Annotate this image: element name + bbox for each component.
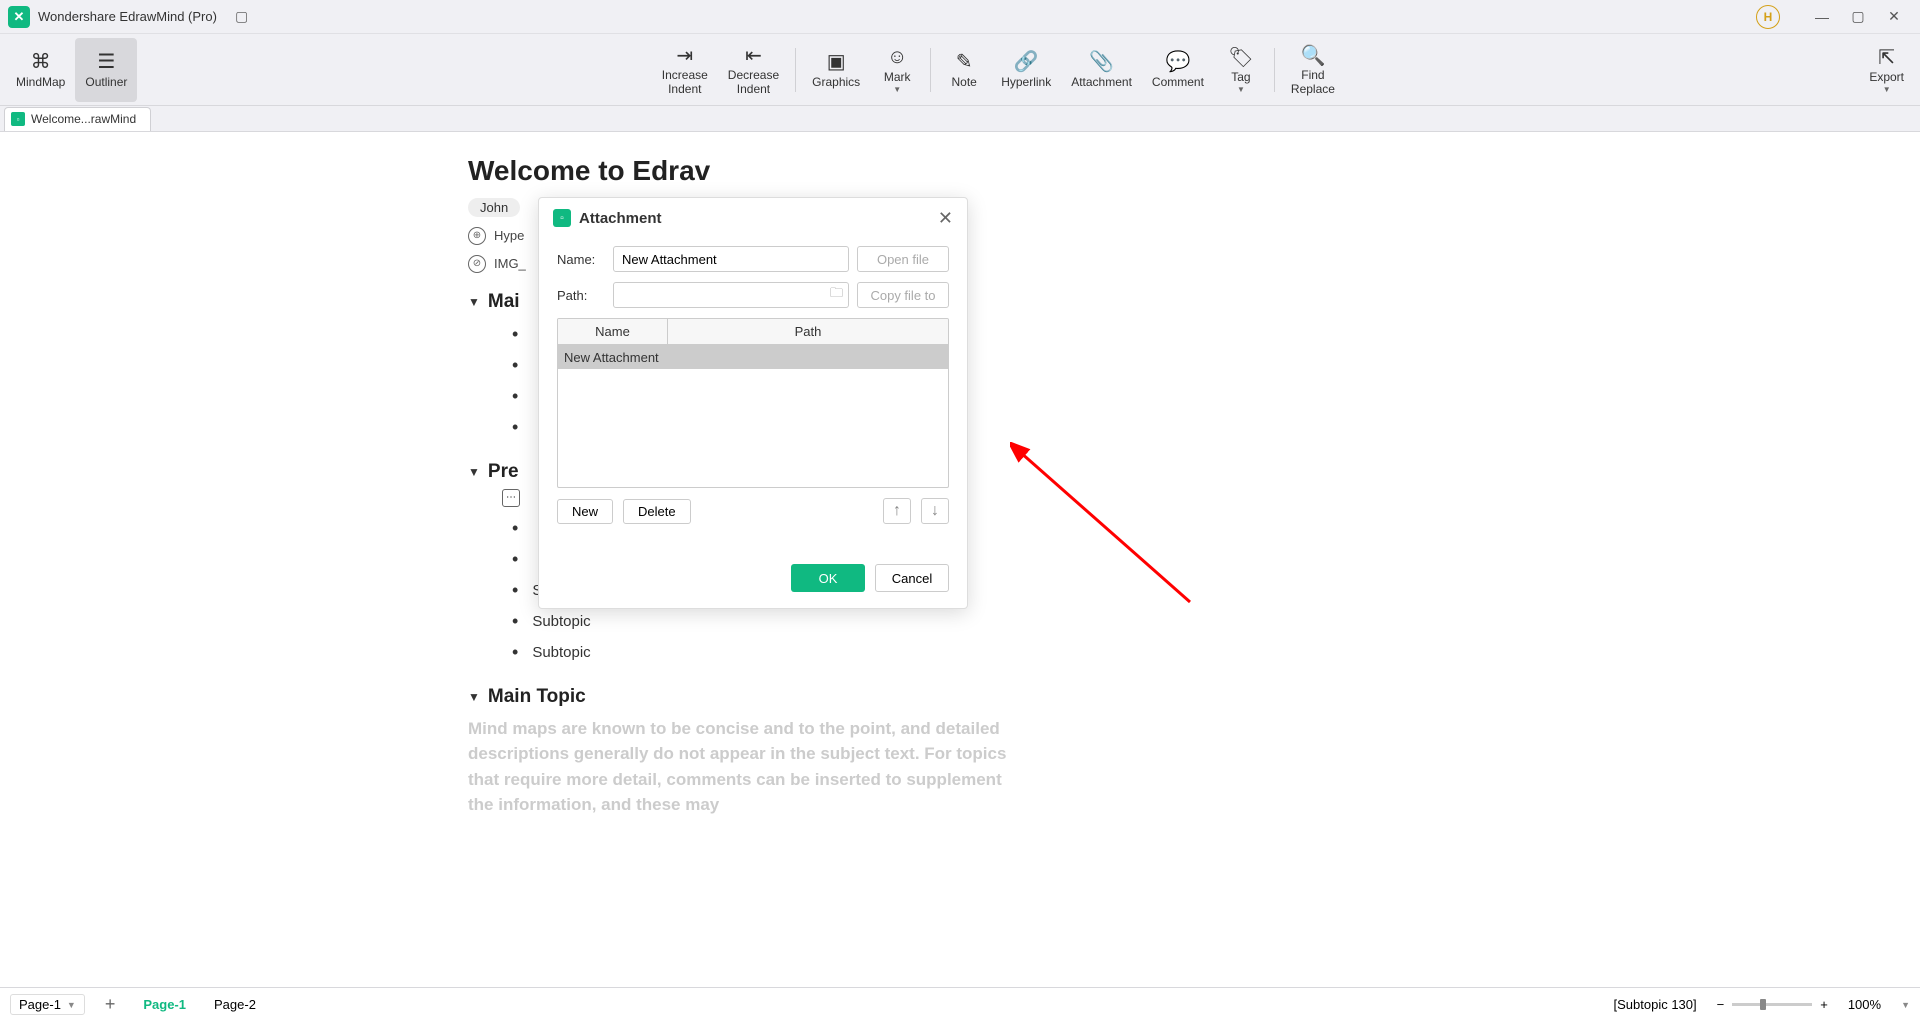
topic-description: Mind maps are known to be concise and to…: [468, 716, 1028, 818]
link-icon: ⊘: [468, 255, 486, 273]
page-selector[interactable]: Page-1 ▼: [10, 994, 85, 1015]
author-tag[interactable]: John: [468, 198, 520, 217]
caret-down-icon[interactable]: ▼: [468, 690, 480, 704]
dialog-title: Attachment: [579, 210, 938, 227]
mindmap-icon: ⌘: [31, 50, 51, 74]
outliner-icon: ☰: [97, 50, 115, 74]
decrease-indent-icon: ⇤: [745, 43, 762, 67]
minimize-button[interactable]: —: [1804, 3, 1840, 31]
attachment-button[interactable]: 📎 Attachment: [1061, 38, 1142, 102]
comment-indicator-icon[interactable]: ⋯: [502, 489, 520, 507]
note-icon: ✎: [956, 50, 973, 74]
zoom-control: − +: [1717, 997, 1828, 1012]
col-name-header[interactable]: Name: [558, 319, 668, 344]
chevron-down-icon[interactable]: ▼: [1901, 1000, 1910, 1010]
comment-icon: 💬: [1165, 50, 1190, 74]
hyperlink-icon: 🔗: [1014, 50, 1039, 74]
add-page-button[interactable]: +: [105, 994, 116, 1015]
tag-icon: 🏷: [1228, 45, 1253, 69]
open-file-button[interactable]: Open file: [857, 246, 949, 272]
table-row[interactable]: New Attachment: [558, 345, 948, 369]
name-input[interactable]: [613, 246, 849, 272]
maximize-button[interactable]: ▢: [1840, 3, 1876, 31]
zoom-out-button[interactable]: −: [1717, 997, 1725, 1012]
increase-indent-button[interactable]: ⇥ Increase Indent: [652, 38, 718, 102]
find-replace-button[interactable]: 🔍 Find Replace: [1281, 38, 1345, 102]
comment-button[interactable]: 💬 Comment: [1142, 38, 1214, 102]
find-icon: 🔍: [1300, 43, 1325, 67]
path-label: Path:: [557, 288, 605, 303]
new-button[interactable]: New: [557, 499, 613, 524]
chevron-down-icon: ▼: [67, 1000, 76, 1010]
attachment-dialog: ▫ Attachment ✕ Name: Open file Path: 🗀 C…: [538, 197, 968, 609]
graphics-icon: ▣: [827, 50, 846, 74]
page-tab-1[interactable]: Page-1: [143, 997, 186, 1012]
hyperlink-button[interactable]: 🔗 Hyperlink: [991, 38, 1061, 102]
chevron-down-icon: ▼: [1883, 85, 1891, 94]
topic-header-3[interactable]: ▼ Main Topic: [468, 686, 1068, 708]
chevron-down-icon: ▼: [893, 85, 901, 94]
move-down-button[interactable]: ↓: [921, 498, 949, 524]
app-logo-icon: ✕: [8, 6, 30, 28]
caret-down-icon[interactable]: ▼: [468, 465, 480, 479]
col-path-header[interactable]: Path: [668, 319, 948, 344]
outline-title[interactable]: Welcome to Edrav: [468, 154, 1068, 188]
path-input[interactable]: [613, 282, 849, 308]
titlebar: ✕ Wondershare EdrawMind (Pro) ▢ H — ▢ ✕: [0, 0, 1920, 34]
row-name-cell: New Attachment: [558, 345, 668, 369]
folder-icon[interactable]: 🗀: [830, 284, 843, 306]
app-title: Wondershare EdrawMind (Pro): [38, 9, 217, 24]
outliner-button[interactable]: ☰ Outliner: [75, 38, 137, 102]
cancel-button[interactable]: Cancel: [875, 564, 949, 592]
globe-icon: ⊕: [468, 227, 486, 245]
tag-button[interactable]: 🏷 Tag ▼: [1214, 38, 1268, 102]
move-up-button[interactable]: ↑: [883, 498, 911, 524]
document-tabbar: ▫ Welcome...rawMind: [0, 106, 1920, 132]
zoom-slider[interactable]: [1732, 1003, 1812, 1006]
close-window-button[interactable]: ✕: [1876, 3, 1912, 31]
name-label: Name:: [557, 252, 605, 267]
dialog-app-icon: ▫: [553, 209, 571, 227]
export-button[interactable]: ⇱ Export ▼: [1859, 38, 1914, 102]
chevron-down-icon: ▼: [1237, 85, 1245, 94]
doc-tab-label: Welcome...rawMind: [31, 112, 136, 126]
export-icon: ⇱: [1878, 45, 1895, 69]
copy-file-button[interactable]: Copy file to: [857, 282, 949, 308]
decrease-indent-button[interactable]: ⇤ Decrease Indent: [718, 38, 789, 102]
subtopic-item[interactable]: Subtopic: [512, 637, 1068, 668]
toolbar: ⌘ MindMap ☰ Outliner ⇥ Increase Indent ⇤…: [0, 34, 1920, 106]
user-avatar[interactable]: H: [1756, 5, 1780, 29]
doc-tab-icon: ▫: [11, 112, 25, 126]
delete-button[interactable]: Delete: [623, 499, 691, 524]
note-button[interactable]: ✎ Note: [937, 38, 991, 102]
statusbar: Page-1 ▼ + Page-1 Page-2 [Subtopic 130] …: [0, 987, 1920, 1021]
mark-icon: ☺: [887, 45, 907, 69]
graphics-button[interactable]: ▣ Graphics: [802, 38, 870, 102]
caret-down-icon[interactable]: ▼: [468, 295, 480, 309]
mindmap-button[interactable]: ⌘ MindMap: [6, 38, 75, 102]
row-path-cell: [668, 345, 680, 369]
subtopic-count: [Subtopic 130]: [1614, 997, 1697, 1012]
increase-indent-icon: ⇥: [676, 43, 693, 67]
save-icon[interactable]: ▢: [235, 8, 248, 25]
attachment-icon: 📎: [1089, 50, 1114, 74]
dialog-close-button[interactable]: ✕: [938, 208, 953, 229]
attachment-table: Name Path New Attachment: [557, 318, 949, 488]
zoom-value[interactable]: 100%: [1848, 997, 1881, 1012]
subtopic-item[interactable]: Subtopic: [512, 606, 1068, 637]
document-tab[interactable]: ▫ Welcome...rawMind: [4, 107, 151, 131]
ok-button[interactable]: OK: [791, 564, 865, 592]
zoom-in-button[interactable]: +: [1820, 997, 1828, 1012]
page-tab-2[interactable]: Page-2: [214, 997, 256, 1012]
mark-button[interactable]: ☺ Mark ▼: [870, 38, 924, 102]
